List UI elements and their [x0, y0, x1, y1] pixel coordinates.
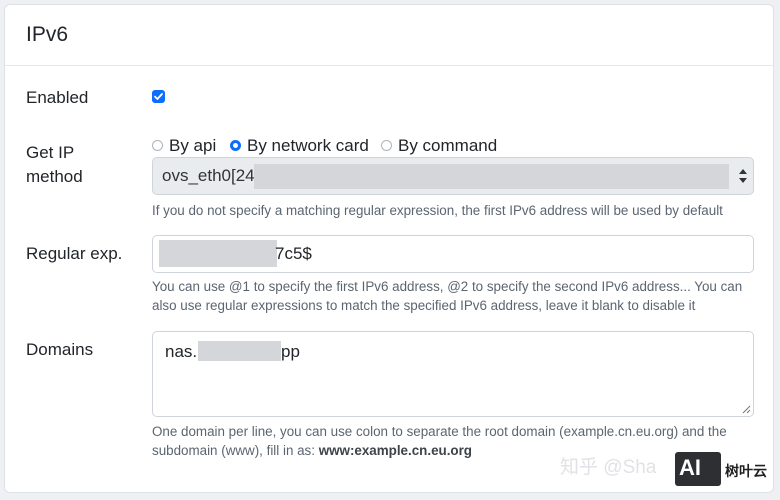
ipv6-settings-card: IPv6 Enabled Get IP method By api By net…	[4, 4, 774, 493]
redacted-area	[254, 164, 729, 189]
domains-help-line1: One domain per line, you can use colon t…	[152, 424, 727, 439]
enabled-label: Enabled	[26, 88, 89, 107]
regex-input[interactable]: 7c5$	[152, 235, 754, 273]
enabled-checkbox[interactable]	[152, 90, 165, 103]
section-title: IPv6	[26, 23, 69, 46]
regex-help-line2: also use regular expressions to match th…	[152, 298, 696, 313]
redacted-area	[159, 240, 277, 267]
domains-textarea[interactable]: nas. pp	[152, 331, 754, 417]
domains-label: Domains	[26, 340, 94, 359]
card-header: IPv6	[5, 5, 773, 66]
radio-by-network-card-label: By network card	[247, 136, 369, 155]
radio-circle	[152, 140, 163, 151]
redacted-area	[198, 341, 281, 361]
network-card-select[interactable]: ovs_eth0[24	[152, 157, 754, 195]
radio-circle	[381, 140, 392, 151]
watermark-logo-badge: AI	[675, 452, 721, 486]
watermark-text: 知乎 @Sha	[560, 457, 657, 478]
get-ip-help-text: If you do not specify a matching regular…	[152, 203, 723, 218]
domains-help-example: www:example.cn.eu.org	[318, 443, 472, 458]
radio-by-api-label: By api	[169, 136, 217, 155]
radio-by-command-label: By command	[398, 136, 498, 155]
watermark-logo-text: AI	[679, 455, 701, 480]
domains-value-prefix: nas.	[165, 342, 198, 361]
domains-help-line2-text: subdomain (www), fill in as:	[152, 443, 319, 458]
radio-circle-checked	[230, 140, 241, 151]
network-card-select-value: ovs_eth0[24	[162, 166, 255, 185]
get-ip-label-line2: method	[26, 167, 83, 186]
watermark-logo-label: 树叶云	[725, 463, 767, 479]
resize-handle-icon[interactable]	[742, 405, 751, 414]
domains-value-suffix: pp	[281, 342, 300, 361]
domains-help-line2: subdomain (www), fill in as: www:example…	[152, 441, 472, 460]
regex-help-line1: You can use @1 to specify the first IPv6…	[152, 279, 743, 294]
get-ip-label-line1: Get IP	[26, 143, 75, 162]
regex-input-value: 7c5$	[275, 244, 312, 263]
check-icon	[154, 93, 163, 100]
regex-label: Regular exp.	[26, 244, 123, 263]
select-arrows-icon	[739, 169, 747, 183]
